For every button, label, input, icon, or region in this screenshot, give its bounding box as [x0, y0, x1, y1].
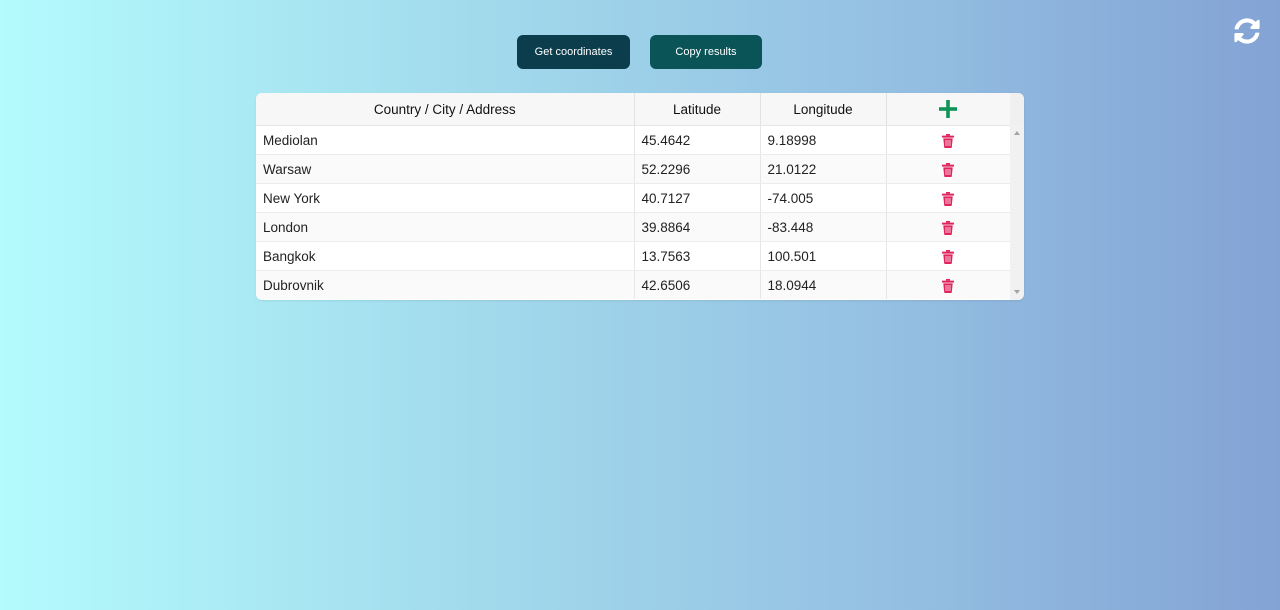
- longitude-cell: 21.0122: [760, 154, 887, 184]
- longitude-cell: -83.448: [760, 212, 887, 242]
- delete-cell: [886, 270, 1010, 299]
- trash-icon[interactable]: [942, 220, 955, 235]
- add-row-header: [886, 93, 1010, 126]
- latitude-cell: 52.2296: [634, 154, 761, 184]
- latitude-cell: 45.4642: [634, 125, 761, 155]
- trash-icon[interactable]: [942, 191, 955, 206]
- table-row: Dubrovnik 42.6506 18.0944: [256, 270, 1010, 299]
- table-row: London 39.8864 -83.448: [256, 212, 1010, 242]
- location-cell[interactable]: New York: [256, 183, 635, 213]
- longitude-column-header: Longitude: [760, 93, 887, 126]
- table-row: Mediolan 45.4642 9.18998: [256, 125, 1010, 155]
- trash-icon[interactable]: [942, 249, 955, 264]
- longitude-cell: -74.005: [760, 183, 887, 213]
- trash-icon[interactable]: [942, 162, 955, 177]
- location-cell[interactable]: Warsaw: [256, 154, 635, 184]
- delete-cell: [886, 212, 1010, 242]
- delete-cell: [886, 125, 1010, 155]
- latitude-cell: 39.8864: [634, 212, 761, 242]
- location-cell[interactable]: Dubrovnik: [256, 270, 635, 299]
- latitude-column-header: Latitude: [634, 93, 761, 126]
- get-coordinates-button[interactable]: Get coordinates: [517, 35, 630, 69]
- location-cell[interactable]: London: [256, 212, 635, 242]
- location-column-header: Country / City / Address: [256, 93, 635, 126]
- table-scrollbar[interactable]: [1010, 125, 1024, 300]
- copy-results-button[interactable]: Copy results: [650, 35, 762, 69]
- location-cell[interactable]: Mediolan: [256, 125, 635, 155]
- delete-cell: [886, 241, 1010, 271]
- trash-icon[interactable]: [942, 278, 955, 293]
- scroll-up-arrow-icon[interactable]: [1014, 131, 1020, 135]
- latitude-cell: 13.7563: [634, 241, 761, 271]
- table-row: Bangkok 13.7563 100.501: [256, 241, 1010, 271]
- scrollbar-header-spacer: [1010, 93, 1024, 125]
- delete-cell: [886, 183, 1010, 213]
- latitude-cell: 42.6506: [634, 270, 761, 299]
- table-row: Warsaw 52.2296 21.0122: [256, 154, 1010, 184]
- location-cell[interactable]: Bangkok: [256, 241, 635, 271]
- delete-cell: [886, 154, 1010, 184]
- action-toolbar: Get coordinates Copy results: [0, 35, 1280, 69]
- plus-icon[interactable]: [938, 99, 958, 119]
- table-row: New York 40.7127 -74.005: [256, 183, 1010, 213]
- coordinates-table-container: Country / City / Address Latitude Longit…: [256, 93, 1024, 300]
- table-header-row: Country / City / Address Latitude Longit…: [256, 93, 1010, 126]
- longitude-cell: 100.501: [760, 241, 887, 271]
- scroll-down-arrow-icon[interactable]: [1014, 290, 1020, 294]
- longitude-cell: 9.18998: [760, 125, 887, 155]
- latitude-cell: 40.7127: [634, 183, 761, 213]
- longitude-cell: 18.0944: [760, 270, 887, 299]
- coordinates-table: Country / City / Address Latitude Longit…: [256, 93, 1010, 299]
- trash-icon[interactable]: [942, 133, 955, 148]
